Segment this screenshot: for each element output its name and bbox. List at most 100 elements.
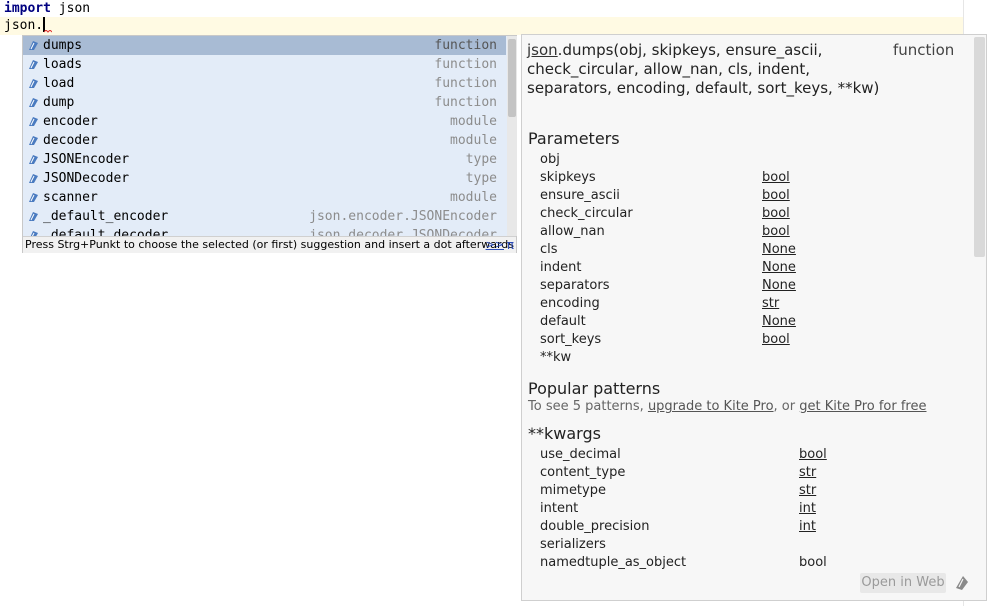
completion-hint-bar: Press Strg+Punkt to choose the selected … bbox=[23, 236, 516, 253]
kwarg-name: intent bbox=[540, 501, 579, 516]
completion-item[interactable]: encoder module bbox=[23, 112, 506, 131]
param-type-link[interactable]: str bbox=[762, 295, 779, 313]
completion-item[interactable]: dump function bbox=[23, 93, 506, 112]
completion-item-kind: type bbox=[465, 171, 497, 186]
completion-item-kind: json.encoder.JSONEncoder bbox=[309, 209, 497, 224]
param-type-link[interactable]: None bbox=[762, 259, 796, 277]
open-in-web-button[interactable]: Open in Web bbox=[860, 573, 946, 593]
upgrade-kite-pro-link[interactable]: upgrade to Kite Pro bbox=[648, 399, 774, 414]
completion-item-name: loads bbox=[43, 57, 83, 72]
completion-item[interactable]: decoder module bbox=[23, 131, 506, 150]
completion-hint-text: Press Strg+Punkt to choose the selected … bbox=[25, 238, 514, 251]
param-name: default bbox=[540, 314, 586, 329]
completion-item-kind: module bbox=[450, 190, 497, 205]
completion-item-icon bbox=[29, 212, 38, 221]
kwarg-type-link[interactable]: int bbox=[799, 518, 816, 536]
completion-item-name: dumps bbox=[43, 38, 83, 53]
param-name: **kw bbox=[540, 350, 572, 365]
completion-item[interactable]: _default_decoder json.decoder.JSONDecoder bbox=[23, 226, 506, 236]
completion-item-icon bbox=[29, 136, 38, 145]
param-name: ensure_ascii bbox=[540, 188, 620, 203]
signature-text: .dumps(obj, skipkeys, ensure_ascii, chec… bbox=[527, 41, 880, 97]
completion-item-icon bbox=[29, 41, 38, 50]
completion-scrollbar-thumb[interactable] bbox=[508, 39, 516, 117]
kwarg-name: namedtuple_as_object bbox=[540, 555, 687, 570]
hint-more-link[interactable]: >> bbox=[486, 237, 504, 253]
completion-item-name: JSONDecoder bbox=[43, 171, 130, 186]
kwargs-heading: **kwargs bbox=[528, 424, 601, 443]
completion-item-kind: function bbox=[434, 95, 497, 110]
completion-item[interactable]: JSONDecoder type bbox=[23, 169, 506, 188]
doc-scrollbar[interactable] bbox=[974, 37, 985, 257]
patterns-message: To see 5 patterns, upgrade to Kite Pro, … bbox=[528, 399, 927, 414]
completion-item-name: JSONEncoder bbox=[43, 152, 130, 167]
kite-documentation-panel[interactable]: json.dumps(obj, skipkeys, ensure_ascii, … bbox=[521, 34, 987, 601]
param-name: allow_nan bbox=[540, 224, 605, 239]
code-line-2[interactable]: json. bbox=[0, 17, 963, 35]
import-keyword: import bbox=[4, 1, 51, 16]
kwarg-type-link[interactable]: bool bbox=[799, 446, 827, 464]
completion-item-icon bbox=[29, 98, 38, 107]
completion-item-kind: function bbox=[434, 38, 497, 53]
kwarg-type-link[interactable]: int bbox=[799, 500, 816, 518]
completion-item-kind: module bbox=[450, 114, 497, 129]
import-module: json bbox=[50, 1, 91, 16]
signature-module-link[interactable]: json bbox=[527, 41, 558, 59]
completion-item[interactable]: loads function bbox=[23, 55, 506, 74]
completion-item-icon bbox=[29, 79, 38, 88]
param-type-link[interactable]: bool bbox=[762, 205, 790, 223]
completion-item-icon bbox=[29, 117, 38, 126]
completion-scrollbar[interactable] bbox=[507, 36, 517, 236]
patterns-text: To see 5 patterns, bbox=[528, 399, 648, 414]
param-type-link[interactable]: None bbox=[762, 241, 796, 259]
completion-item-icon bbox=[29, 193, 38, 202]
completion-item-name: _default_encoder bbox=[43, 209, 169, 224]
completion-item[interactable]: load function bbox=[23, 74, 506, 93]
param-type-link[interactable]: bool bbox=[762, 169, 790, 187]
param-type-link[interactable]: bool bbox=[762, 223, 790, 241]
kwarg-name: use_decimal bbox=[540, 447, 621, 462]
completion-item[interactable]: dumps function bbox=[23, 36, 506, 55]
param-type-link[interactable]: None bbox=[762, 277, 796, 295]
completion-item-kind: type bbox=[465, 152, 497, 167]
pi-icon[interactable]: π bbox=[507, 237, 514, 253]
completion-item[interactable]: scanner module bbox=[23, 188, 506, 207]
completion-item-kind: json.decoder.JSONDecoder bbox=[309, 228, 497, 236]
completion-list[interactable]: dumps function loads function load function… bbox=[23, 36, 506, 236]
completion-item-name: encoder bbox=[43, 114, 98, 129]
param-name: separators bbox=[540, 278, 610, 293]
param-type-link[interactable]: bool bbox=[762, 331, 790, 349]
completion-item[interactable]: _default_encoder json.encoder.JSONEncoder bbox=[23, 207, 506, 226]
param-name: encoding bbox=[540, 296, 600, 311]
kwarg-name: double_precision bbox=[540, 519, 650, 534]
current-line-text: json. bbox=[4, 18, 44, 33]
completion-popup[interactable]: dumps function loads function load function… bbox=[22, 35, 517, 253]
kwarg-name: mimetype bbox=[540, 483, 606, 498]
kwarg-name: content_type bbox=[540, 465, 626, 480]
completion-item-name: load bbox=[43, 76, 75, 91]
completion-item-name: dump bbox=[43, 95, 75, 110]
error-squiggle bbox=[44, 30, 52, 33]
param-name: cls bbox=[540, 242, 558, 257]
kwarg-type: bool bbox=[799, 555, 827, 570]
kwarg-name: serializers bbox=[540, 537, 606, 552]
completion-item-name: _default_decoder bbox=[43, 228, 169, 236]
parameters-heading: Parameters bbox=[528, 129, 620, 148]
kwarg-type-link[interactable]: str bbox=[799, 482, 816, 500]
completion-item[interactable]: JSONEncoder type bbox=[23, 150, 506, 169]
completion-item-kind: function bbox=[434, 76, 497, 91]
kwarg-type-link[interactable]: str bbox=[799, 464, 816, 482]
param-type-link[interactable]: bool bbox=[762, 187, 790, 205]
kite-logo-icon bbox=[956, 576, 968, 590]
get-kite-pro-free-link[interactable]: get Kite Pro for free bbox=[799, 399, 926, 414]
patterns-text-or: , or bbox=[773, 399, 800, 414]
completion-item-name: scanner bbox=[43, 190, 98, 205]
code-line-1[interactable]: import json bbox=[4, 0, 90, 18]
completion-item-icon bbox=[29, 60, 38, 69]
param-type-link[interactable]: None bbox=[762, 313, 796, 331]
param-name: skipkeys bbox=[540, 170, 596, 185]
param-name: check_circular bbox=[540, 206, 633, 221]
completion-item-icon bbox=[29, 174, 38, 183]
completion-item-kind: function bbox=[434, 57, 497, 72]
completion-item-icon bbox=[29, 155, 38, 164]
